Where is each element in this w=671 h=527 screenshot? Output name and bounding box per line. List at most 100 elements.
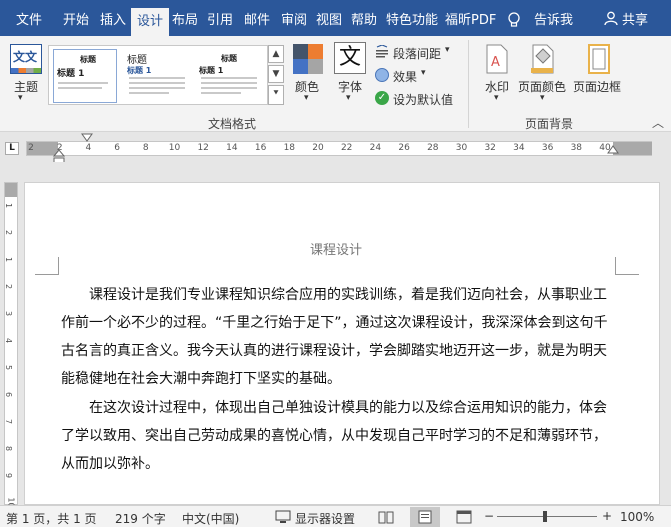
vertical-ruler-tick-label: 7: [4, 418, 14, 425]
ruler-tick-label: 6: [114, 143, 120, 153]
vertical-ruler-tick-label: 2: [4, 283, 14, 290]
thumb-heading: 标题 1: [199, 66, 224, 75]
zoom-out-button[interactable]: −: [484, 509, 494, 523]
ruler-tick-label: 20: [312, 143, 324, 153]
zoom-slider[interactable]: [497, 516, 597, 517]
ruler-tick-label: 32: [484, 143, 496, 153]
ruler-tick-label: 14: [226, 143, 238, 153]
word-window: { "menu": { "tabs": ["文件","开始","插入","设计"…: [0, 0, 671, 527]
thumb-title: 标题: [221, 54, 237, 63]
style-thumb-default[interactable]: 标题 标题 1: [53, 49, 117, 103]
ruler-tick-label: 24: [369, 143, 382, 153]
page-border-icon[interactable]: [588, 44, 610, 74]
read-mode-icon[interactable]: [378, 510, 394, 524]
svg-text:A: A: [491, 55, 500, 70]
fonts-icon[interactable]: 文: [334, 42, 366, 74]
dropdown-arrow-icon: ▾: [494, 93, 499, 103]
paragraph-line: 古名言的真正含义。我今天认真的进行课程设计，学会脚踏实地迈开这一步，就是为明天: [61, 343, 607, 359]
gallery-scroll-up-icon[interactable]: ▲: [268, 45, 284, 63]
print-layout-button[interactable]: [410, 507, 440, 527]
vertical-ruler-tick-label: 3: [4, 310, 14, 317]
style-gallery[interactable]: 标题 标题 1 标题 标题 1 标题 标题 1: [48, 45, 268, 105]
ruler-tick-label: 12: [197, 143, 209, 153]
watermark-icon[interactable]: A: [485, 44, 509, 74]
dropdown-arrow-icon: ▾: [304, 93, 309, 103]
style-thumb-3[interactable]: 标题 标题 1: [197, 49, 261, 103]
theme-button[interactable]: 文文: [10, 44, 42, 74]
first-line-indent-marker-icon[interactable]: [81, 133, 93, 143]
ruler-tick-label: 10: [168, 143, 181, 153]
right-indent-marker-icon[interactable]: [607, 145, 619, 154]
tab-view[interactable]: 视图: [316, 9, 342, 28]
lightbulb-icon: [508, 12, 520, 27]
tab-selector[interactable]: L: [5, 142, 19, 155]
vertical-ruler-tick-label: 4: [4, 337, 14, 344]
thumb-title: 标题: [127, 55, 147, 66]
dropdown-arrow-icon: ▾: [445, 45, 450, 55]
ruler-tick-label: 36: [541, 143, 554, 153]
vertical-ruler-tick-label: 6: [4, 391, 14, 398]
zoom-slider-thumb[interactable]: [543, 511, 547, 522]
paragraph-spacing-icon: [376, 45, 388, 58]
gallery-more-icon[interactable]: ⯆: [268, 85, 284, 105]
vertical-ruler-tick-label: 9: [4, 472, 14, 479]
dropdown-arrow-icon: ▾: [540, 93, 545, 103]
collapse-ribbon-icon[interactable]: ︿: [652, 114, 664, 131]
tab-file[interactable]: 文件: [16, 9, 42, 28]
colors-button[interactable]: [293, 44, 323, 74]
paragraph-line: 能稳健地在社会大潮中奔跑打下坚实的基础。: [61, 371, 341, 387]
page-header: 课程设计: [310, 243, 363, 258]
ruler-tick-label: 16: [254, 143, 267, 153]
tab-insert[interactable]: 插入: [100, 9, 126, 28]
ruler-tick-label: 28: [427, 143, 439, 153]
page-count[interactable]: 第 1 页，共 1 页: [6, 510, 97, 527]
tab-home[interactable]: 开始: [63, 9, 89, 28]
ruler-tick-label: 38: [570, 143, 583, 153]
display-settings-button[interactable]: 显示器设置: [295, 510, 355, 527]
ruler-tick-label: 34: [513, 143, 525, 153]
page-color-icon[interactable]: [529, 44, 555, 74]
ruler-tick-label: 2: [28, 143, 34, 153]
status-bar: 第 1 页，共 1 页 219 个字 中文(中国) 显示器设置 − + 100%: [0, 505, 671, 527]
paragraph-line: 在这次设计过程中，体现出自己单独设计模具的能力以及综合运用知识的能力，体会: [89, 400, 607, 416]
margin-corner-mark: [615, 257, 639, 275]
tab-layout[interactable]: 布局: [172, 9, 198, 28]
set-default-button[interactable]: 设为默认值: [393, 91, 453, 108]
paragraph-spacing-button[interactable]: 段落间距: [393, 45, 441, 62]
tab-review[interactable]: 审阅: [281, 9, 307, 28]
word-count[interactable]: 219 个字: [115, 510, 166, 527]
ruler-tick-label: 26: [398, 143, 410, 153]
vertical-ruler-tick-label: 1: [4, 202, 14, 209]
gallery-scroll-down-icon[interactable]: ▼: [268, 65, 284, 83]
tell-me-search[interactable]: 告诉我: [534, 9, 573, 28]
page-border-label: 页面边框: [573, 80, 622, 94]
effects-button[interactable]: 效果: [393, 68, 417, 85]
share-button[interactable]: 共享: [622, 9, 648, 28]
vertical-ruler-tick-label: 5: [4, 364, 14, 371]
web-layout-icon[interactable]: [456, 510, 472, 524]
dropdown-arrow-icon: ▾: [18, 93, 23, 103]
horizontal-ruler[interactable]: 2 2 4 6 8 10 12 14 16 18 20 22 24 26 28 30 32 34 36 38 40: [26, 141, 652, 156]
effects-icon: [375, 68, 389, 82]
margin-corner-mark: [35, 257, 59, 275]
zoom-in-button[interactable]: +: [602, 509, 612, 523]
tab-design[interactable]: 设计: [131, 8, 170, 36]
tab-special-features[interactable]: 特色功能: [386, 9, 438, 28]
page-background-group-label: 页面背景: [525, 117, 574, 131]
document-page[interactable]: 课程设计 课程设计是我们专业课程知识综合应用的实践训练，着是我们迈向社会，从事职…: [24, 182, 660, 505]
doc-format-group-label: 文档格式: [208, 117, 257, 131]
style-thumb-2[interactable]: 标题 标题 1: [125, 49, 189, 103]
zoom-level[interactable]: 100%: [620, 510, 654, 524]
vertical-ruler-tick-label: 2: [4, 229, 14, 236]
tab-mailings[interactable]: 邮件: [244, 9, 270, 28]
vertical-ruler[interactable]: 1 2 1 2 3 4 5 6 7 8 9 10: [4, 182, 18, 508]
group-divider: [468, 40, 469, 128]
paragraph-line: 作前一个必不少的过程。“千里之行始于足下”，通过这次课程设计，我深深体会到这句千: [61, 315, 608, 331]
vertical-ruler-tick-label: 8: [4, 445, 14, 452]
tab-help[interactable]: 帮助: [351, 9, 377, 28]
ruler-tick-label: 18: [283, 143, 296, 153]
language-indicator[interactable]: 中文(中国): [182, 510, 239, 527]
tab-references[interactable]: 引用: [207, 9, 233, 28]
document-canvas: 1 2 1 2 3 4 5 6 7 8 9 10 课程设计 课程设计是我们专业课程知识综合应用的实践训…: [0, 162, 671, 508]
tab-foxit-pdf[interactable]: 福昕PDF: [445, 9, 496, 28]
